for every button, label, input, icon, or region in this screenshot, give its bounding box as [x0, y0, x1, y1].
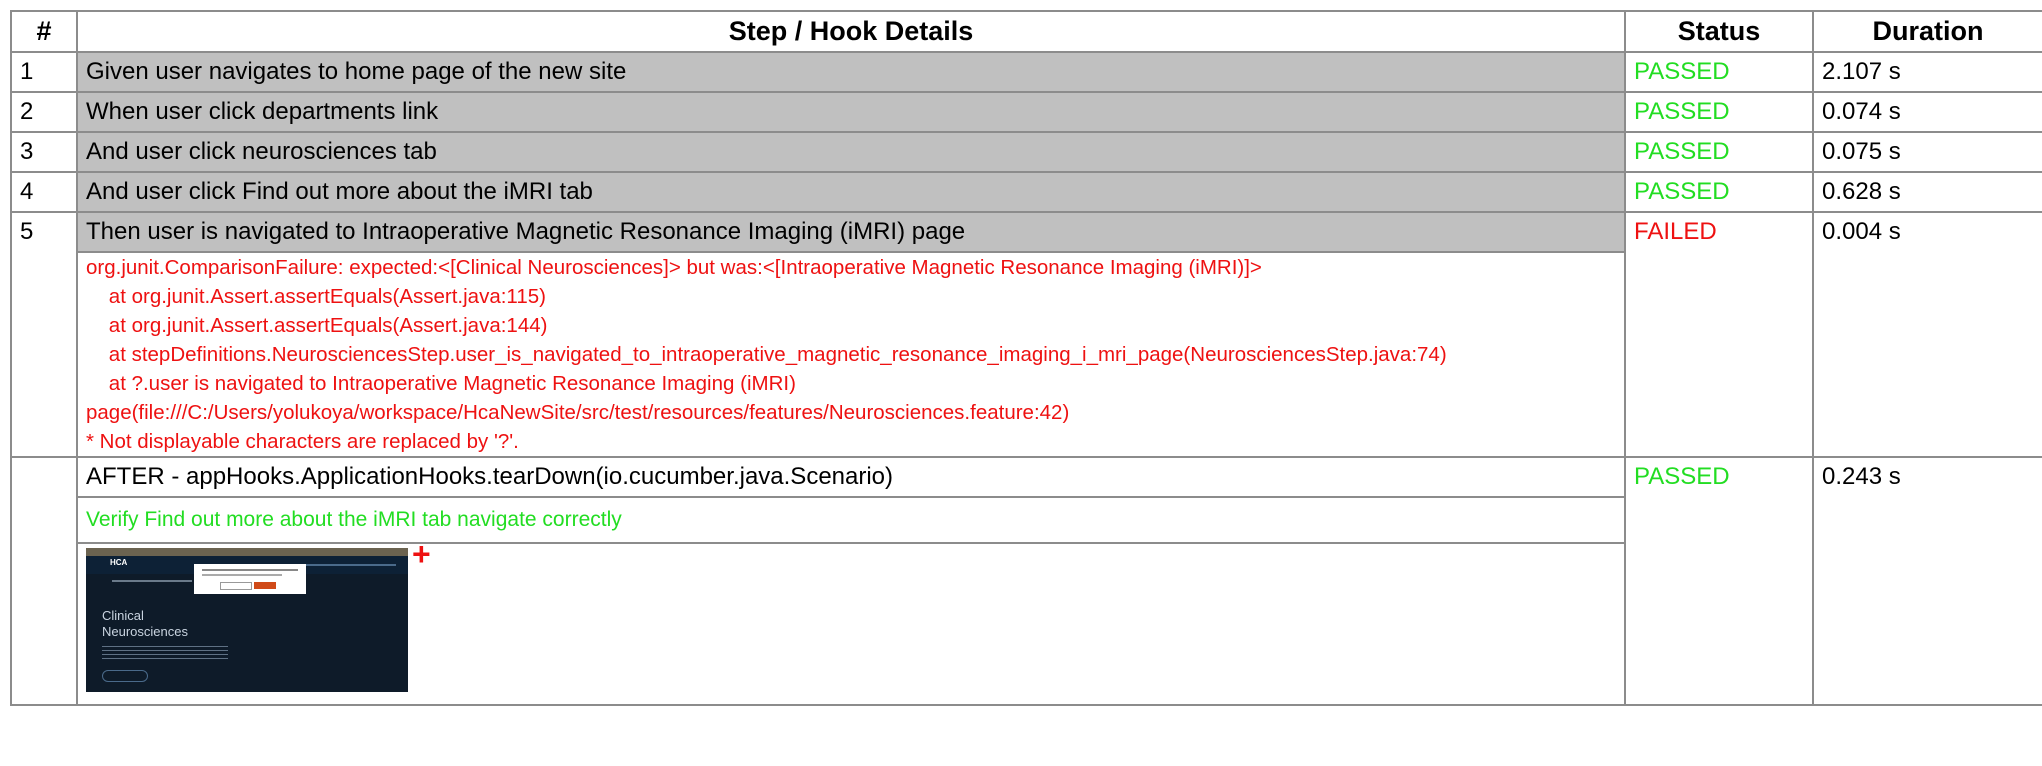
step-report-table: # Step / Hook Details Status Duration 1 …	[10, 10, 2042, 706]
step-row-5: 5 Then user is navigated to Intraoperati…	[10, 211, 2042, 458]
header-duration: Duration	[1812, 10, 2042, 53]
status-badge: PASSED	[1624, 456, 1814, 706]
expand-screenshot-icon[interactable]: +	[412, 538, 431, 570]
error-message: org.junit.ComparisonFailure: expected:<[…	[86, 256, 1262, 279]
stack-frame: at org.junit.Assert.assertEquals(Assert.…	[86, 314, 548, 337]
thumb-topbar	[86, 548, 408, 556]
header-details: Step / Hook Details	[76, 10, 1626, 53]
step-num: 2	[10, 91, 78, 133]
header-num: #	[10, 10, 78, 53]
thumb-logo: HCA	[110, 558, 128, 567]
hook-text: AFTER - appHooks.ApplicationHooks.tearDo…	[76, 456, 1626, 498]
stack-frame: at org.junit.Assert.assertEquals(Assert.…	[86, 285, 546, 308]
step-text: And user click Find out more about the i…	[76, 171, 1626, 213]
error-footnote: * Not displayable characters are replace…	[86, 430, 519, 453]
thumb-dialog-line	[202, 574, 282, 576]
step-duration: 0.075 s	[1812, 131, 2042, 173]
step-text: Then user is navigated to Intraoperative…	[76, 211, 1626, 253]
screenshot-cell: HCA Clinical Neurosciences +	[76, 538, 1626, 706]
thumb-heading: Clinical Neurosciences	[102, 608, 188, 640]
stack-frame: at stepDefinitions.NeurosciencesStep.use…	[86, 343, 1447, 366]
thumb-button	[102, 670, 148, 682]
thumb-paragraph	[102, 646, 228, 662]
screenshot-thumbnail[interactable]: HCA Clinical Neurosciences	[86, 548, 408, 692]
status-badge: PASSED	[1624, 171, 1814, 213]
header-row: # Step / Hook Details Status Duration	[10, 10, 2042, 53]
status-badge: PASSED	[1624, 51, 1814, 93]
screenshot-wrapper: HCA Clinical Neurosciences +	[86, 538, 431, 694]
hook-row: AFTER - appHooks.ApplicationHooks.tearDo…	[10, 456, 2042, 706]
header-status: Status	[1624, 10, 1814, 53]
status-badge: PASSED	[1624, 91, 1814, 133]
status-badge: FAILED	[1624, 211, 1814, 458]
step-text: And user click neurosciences tab	[76, 131, 1626, 173]
error-stacktrace: org.junit.ComparisonFailure: expected:<[…	[76, 251, 1626, 458]
step-row-2: 2 When user click departments link PASSE…	[10, 91, 2042, 133]
thumb-dialog-button	[220, 582, 252, 590]
step-num: 5	[10, 211, 78, 458]
thumb-dialog-line	[202, 569, 298, 571]
thumb-breadcrumb	[112, 580, 192, 582]
step-num: 1	[10, 51, 78, 93]
step-duration: 0.074 s	[1812, 91, 2042, 133]
step-duration: 0.004 s	[1812, 211, 2042, 458]
thumb-cookie-dialog	[194, 564, 306, 594]
step-num: 3	[10, 131, 78, 173]
status-badge: PASSED	[1624, 131, 1814, 173]
step-duration: 0.628 s	[1812, 171, 2042, 213]
step-row-4: 4 And user click Find out more about the…	[10, 171, 2042, 213]
hook-duration: 0.243 s	[1812, 456, 2042, 706]
stack-frame: at ?.user is navigated to Intraoperative…	[86, 372, 1070, 424]
hook-note: Verify Find out more about the iMRI tab …	[76, 496, 1626, 544]
step-duration: 2.107 s	[1812, 51, 2042, 93]
thumb-dialog-accept	[254, 582, 276, 589]
thumb-heading-line1: Clinical	[102, 608, 144, 623]
step-row-3: 3 And user click neurosciences tab PASSE…	[10, 131, 2042, 173]
step-text: When user click departments link	[76, 91, 1626, 133]
thumb-heading-line2: Neurosciences	[102, 624, 188, 639]
step-text: Given user navigates to home page of the…	[76, 51, 1626, 93]
hook-num	[10, 456, 78, 706]
report-container: # Step / Hook Details Status Duration 1 …	[10, 10, 2042, 706]
step-num: 4	[10, 171, 78, 213]
step-row-1: 1 Given user navigates to home page of t…	[10, 51, 2042, 93]
